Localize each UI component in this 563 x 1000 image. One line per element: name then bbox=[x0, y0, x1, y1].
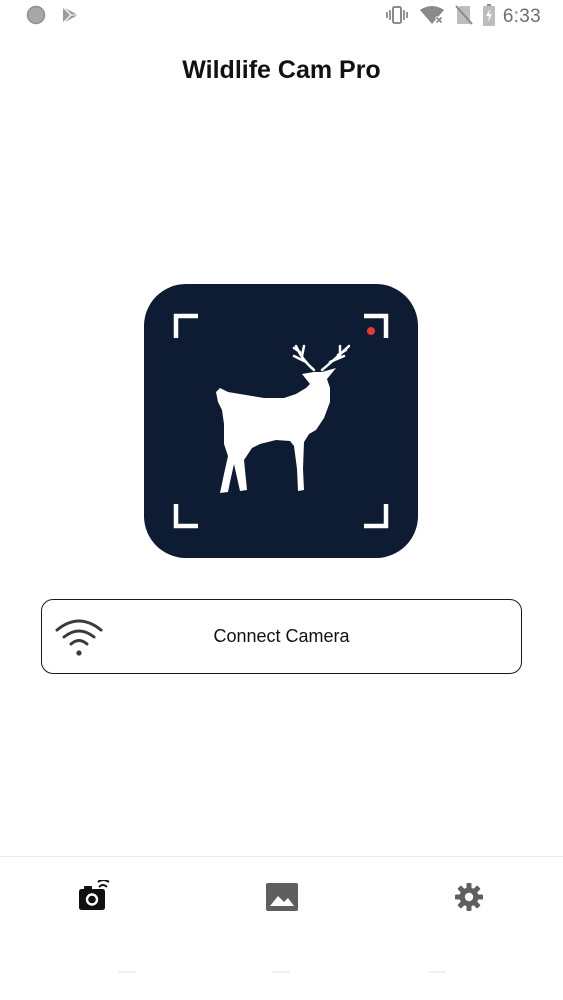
nav-gallery[interactable] bbox=[262, 879, 302, 919]
deer-logo-art bbox=[173, 313, 389, 529]
viewfinder-corner-br bbox=[364, 504, 389, 529]
viewfinder-corner-bl bbox=[173, 504, 198, 529]
app-title: Wildlife Cam Pro bbox=[182, 56, 381, 84]
status-left bbox=[26, 5, 94, 30]
status-bar: 6:33 bbox=[0, 0, 563, 34]
gesture-hint-left bbox=[118, 971, 136, 973]
nav-settings[interactable] bbox=[449, 879, 489, 919]
gesture-hint-right bbox=[428, 971, 446, 973]
battery-charging-icon bbox=[482, 3, 495, 31]
play-store-icon bbox=[60, 5, 80, 30]
bottom-navigation bbox=[0, 856, 563, 1000]
viewfinder-corner-tl bbox=[173, 313, 198, 338]
deer-silhouette bbox=[216, 368, 336, 493]
camera-wifi-icon bbox=[77, 878, 111, 919]
gesture-hint-center bbox=[272, 971, 290, 973]
wifi-off-icon bbox=[419, 5, 445, 30]
status-right: 6:33 bbox=[375, 3, 541, 31]
connect-camera-label: Connect Camera bbox=[213, 626, 350, 646]
image-icon bbox=[265, 882, 299, 917]
nav-camera[interactable] bbox=[74, 878, 114, 919]
connect-camera-button[interactable]: Connect Camera bbox=[41, 599, 522, 674]
gear-icon bbox=[454, 882, 484, 917]
viewfinder-corner-tr bbox=[364, 313, 389, 338]
status-time: 6:33 bbox=[502, 6, 541, 27]
deer-antlers bbox=[292, 344, 351, 372]
vibrate-icon bbox=[385, 5, 409, 30]
deer-camera-logo bbox=[144, 284, 418, 558]
recording-dot bbox=[367, 327, 375, 335]
circle-notification-icon bbox=[26, 5, 46, 30]
app-screen: 6:33 Wildlife Cam Pro Connect Camera bbox=[0, 0, 563, 1000]
no-sim-icon bbox=[455, 4, 473, 30]
